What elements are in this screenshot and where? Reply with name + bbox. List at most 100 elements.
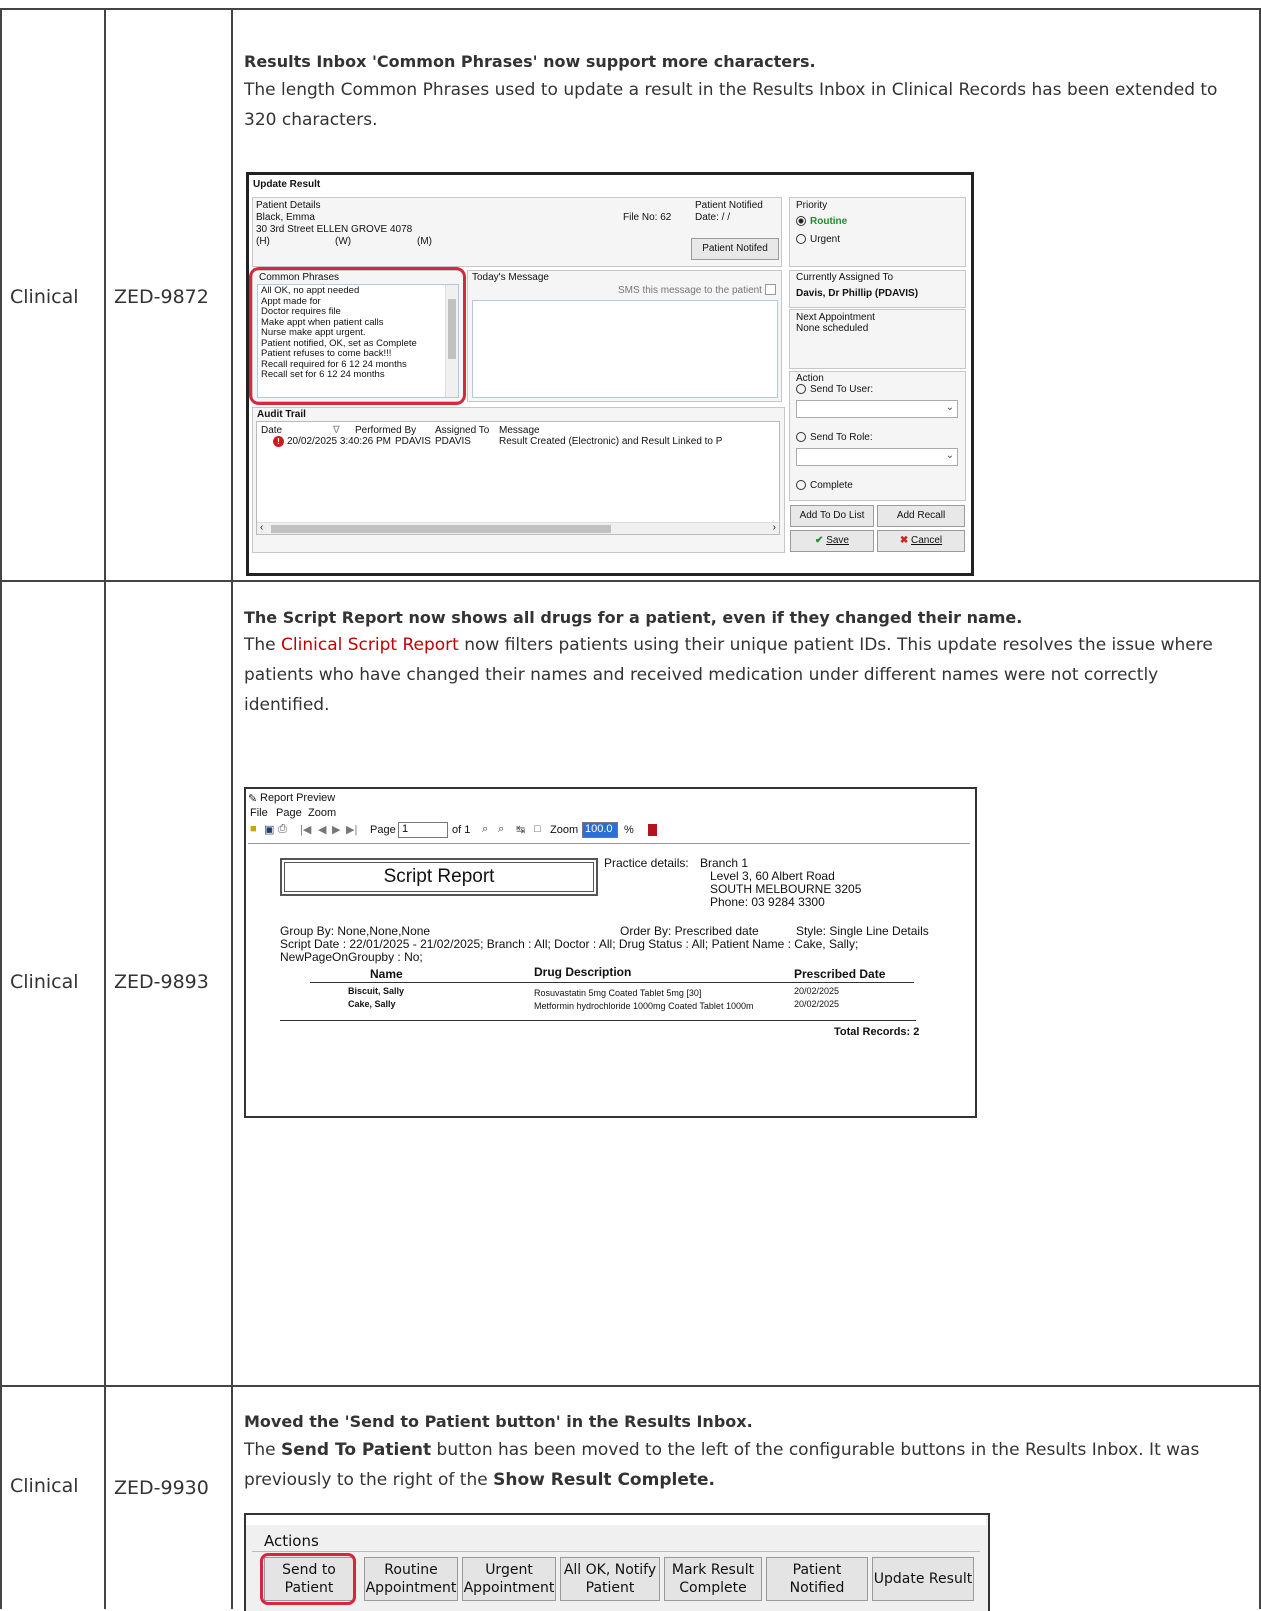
urgent-label: Urgent (810, 234, 841, 245)
complete-radio[interactable]: Complete (796, 480, 853, 491)
audit-trail-group: Audit Trail Date ∇ Performed By Assigned… (252, 407, 785, 553)
menu-zoom[interactable]: Zoom (308, 807, 336, 819)
order-by: Order By: Prescribed date (620, 924, 759, 938)
routine-label: Routine (810, 216, 848, 227)
prev-page-icon[interactable]: ◀ (318, 823, 326, 836)
cancel-button[interactable]: ✖ Cancel (877, 530, 965, 552)
header-rule (310, 982, 914, 983)
audit-trail-grid[interactable]: Date ∇ Performed By Assigned To Message … (256, 421, 780, 535)
last-page-icon[interactable]: ▶| (346, 823, 357, 836)
button-line-2: Appointment (365, 1580, 457, 1596)
priority-group: Priority Routine Urgent (789, 197, 966, 267)
send-to-user-radio[interactable]: Send To User: (796, 384, 873, 395)
close-report-icon[interactable] (648, 824, 657, 836)
patient-name: Black, Emma (256, 212, 315, 223)
actions-top-strip (246, 1515, 986, 1525)
update-result-button[interactable]: Update Result (872, 1557, 974, 1601)
button-line-1: All OK, Notify (563, 1562, 657, 1578)
button-line-1: Update Result (873, 1571, 973, 1587)
todays-message-input[interactable] (472, 300, 778, 398)
report-title: Script Report (280, 858, 598, 896)
row3-desc-1: The (244, 1440, 282, 1460)
mark-result-complete-button[interactable]: Mark Result Complete (664, 1557, 762, 1601)
common-phrases-highlight (249, 267, 466, 405)
button-line-1: Routine (384, 1562, 438, 1578)
action-label: Action (796, 373, 824, 384)
next-appointment-value: None scheduled (796, 323, 869, 334)
print-icon[interactable]: ⎙ (278, 823, 287, 836)
zoom-input[interactable]: 100.0 (582, 822, 618, 838)
row3-ticket: ZED-9930 (114, 1477, 209, 1499)
currently-assigned-label: Currently Assigned To (796, 272, 894, 283)
row3-desc-bold-2: Show Result Complete. (493, 1470, 715, 1490)
save-icon[interactable]: ▣ (264, 823, 274, 836)
cross-icon: ✖ (899, 535, 909, 546)
patient-notified-button-bar[interactable]: Patient Notified (766, 1557, 868, 1601)
patient-address: 30 3rd Street ELLEN GROVE 4078 (256, 224, 413, 235)
report-page: Script Report Practice details: Branch 1… (248, 843, 970, 1111)
update-result-dialog: Update Result Patient Details Black, Emm… (246, 172, 974, 576)
row2-ticket: ZED-9893 (114, 971, 209, 993)
row-divider-2 (0, 1385, 1261, 1387)
next-appointment-group: Next Appointment None scheduled (789, 309, 966, 369)
send-to-user-select[interactable]: ⌄ (796, 400, 958, 418)
report-row1-drug: Rosuvastatin 5mg Coated Tablet 5mg [30] (534, 988, 702, 998)
audit-col-assigned-to: Assigned To (435, 425, 490, 436)
audit-row-date: 20/02/2025 3:40:26 PM (287, 436, 391, 447)
send-to-role-select[interactable]: ⌄ (796, 448, 958, 466)
file-number: File No: 62 (623, 212, 672, 223)
all-ok-notify-patient-button[interactable]: All OK, Notify Patient (560, 1557, 660, 1601)
filter-line-1: Script Date : 22/01/2025 - 21/02/2025; B… (280, 937, 859, 951)
audit-col-performed-by: Performed By (355, 425, 417, 436)
send-to-user-label: Send To User: (810, 384, 874, 395)
button-line-2: Notified (789, 1580, 845, 1596)
add-recall-button[interactable]: Add Recall (877, 505, 965, 527)
row2-desc-pre: The (244, 635, 282, 655)
page-number-input[interactable]: 1 (398, 822, 448, 838)
notified-date: Date: / / (695, 212, 731, 223)
complete-label: Complete (810, 480, 853, 491)
zoom-out-icon[interactable]: ⌕ (498, 823, 504, 836)
send-to-role-label: Send To Role: (810, 432, 873, 443)
row2-category: Clinical (10, 971, 79, 993)
row1-category: Clinical (10, 286, 79, 308)
send-to-role-radio[interactable]: Send To Role: (796, 432, 873, 443)
open-folder-icon[interactable]: ■ (250, 823, 257, 835)
sms-checkbox[interactable] (765, 284, 776, 295)
button-line-2: Patient (585, 1580, 635, 1596)
zoom-in-icon[interactable]: ⌕ (482, 823, 488, 836)
first-page-icon[interactable]: |◀ (300, 823, 311, 836)
chevron-down-icon: ⌄ (945, 450, 954, 461)
save-button[interactable]: ✔ Save (790, 530, 874, 552)
urgent-appointment-button[interactable]: Urgent Appointment (462, 1557, 556, 1601)
priority-routine-radio[interactable]: Routine (796, 216, 847, 227)
routine-appointment-button[interactable]: Routine Appointment (364, 1557, 458, 1601)
add-to-do-list-button[interactable]: Add To Do List (790, 505, 874, 527)
audit-hscrollbar[interactable]: ‹ › (257, 522, 779, 534)
sort-icon: ∇ (333, 425, 340, 436)
patient-notified-button[interactable]: Patient Notifed (691, 238, 779, 260)
button-line-2: Complete (679, 1580, 747, 1596)
audit-trail-label: Audit Trail (257, 409, 306, 420)
action-group: Action Send To User: ⌄ Send To Role: ⌄ C… (789, 371, 966, 501)
table-top-border (0, 8, 1261, 10)
priority-urgent-radio[interactable]: Urgent (796, 234, 840, 245)
next-page-icon[interactable]: ▶ (332, 823, 340, 836)
clinical-script-report-link[interactable]: Clinical Script Report (281, 635, 459, 655)
button-line-1: Patient (792, 1562, 842, 1578)
fit-width-icon[interactable]: ↹ (516, 823, 525, 836)
report-row2-date: 20/02/2025 (794, 999, 840, 1009)
row3-title: Moved the 'Send to Patient button' in th… (244, 1412, 753, 1431)
menu-file[interactable]: File (250, 807, 268, 819)
scroll-left-icon[interactable]: ‹ (260, 522, 263, 533)
style: Style: Single Line Details (796, 924, 929, 938)
practice-label: Practice details: (604, 856, 689, 870)
alert-icon: ! (273, 436, 284, 447)
scroll-right-icon[interactable]: › (773, 522, 776, 533)
audit-scroll-thumb[interactable] (271, 525, 611, 533)
audit-row-assigned-to: PDAVIS (435, 436, 471, 447)
send-to-role-radio-icon (796, 432, 806, 443)
row3-desc-bold-1: Send To Patient (281, 1440, 432, 1460)
page-icon[interactable]: □ (534, 823, 541, 835)
menu-page[interactable]: Page (276, 807, 302, 819)
